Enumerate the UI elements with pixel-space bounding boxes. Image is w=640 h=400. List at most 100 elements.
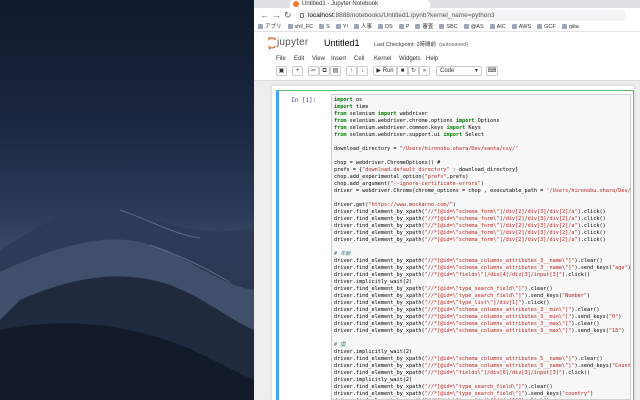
code-line: from selenium.webdriver.support.ui impor… [334, 132, 484, 138]
keyboard-icon[interactable]: ⌨ [486, 66, 498, 76]
address-bar[interactable]: localhost:8888/notebooks/Untitled1.ipynb… [296, 10, 626, 21]
bookmark-item[interactable]: GCF [537, 22, 556, 31]
bookmark-icon [354, 24, 360, 29]
code-line: driver.find_element_by_xpath("//*[@id=\"… [334, 391, 594, 397]
autosave-status: (autosaved) [439, 42, 469, 48]
info-icon [300, 13, 304, 18]
bookmark-label: AWS [518, 24, 532, 30]
cell-type-select[interactable]: Code ▾ [436, 66, 482, 76]
bookmark-item[interactable]: @AS [463, 22, 484, 31]
url-host: localhost [308, 12, 334, 19]
code-line: download_directory = "/Users/hironobu.oh… [334, 146, 519, 152]
code-line: driver.find_element_by_xpath("//*[@id=\"… [334, 216, 606, 222]
bookmark-item[interactable]: DS [378, 22, 393, 31]
cut-icon[interactable]: ✂ [308, 66, 319, 76]
browser-tab[interactable]: Untitled1 - Jupyter Notebook [290, 0, 430, 8]
bookmark-item[interactable]: SBC [439, 22, 458, 31]
fast-forward-icon[interactable]: » [419, 66, 430, 76]
menu-edit[interactable]: Edit [294, 54, 304, 65]
bookmark-icon [511, 24, 517, 29]
move-up-icon[interactable]: ↑ [346, 66, 357, 76]
menu-view[interactable]: View [312, 54, 325, 65]
code-line: chop = webdriver.ChromeOptions() # [334, 160, 441, 166]
bookmark-item[interactable]: Y! [335, 22, 348, 31]
reload-icon[interactable]: ↻ [284, 10, 292, 20]
bookmark-item[interactable]: AIC [489, 22, 506, 31]
code-content[interactable]: import os import time from selenium import… [332, 95, 631, 399]
cell-type-value: Code [440, 68, 455, 74]
save-icon[interactable]: ▣ [276, 66, 287, 76]
code-line: import time [334, 104, 369, 110]
code-cell[interactable]: In [1]: import os import time from seleniu… [276, 90, 634, 400]
code-line: prefs = {"download.default_directory" : … [334, 167, 519, 173]
bookmark-icon [319, 24, 325, 29]
desktop-wallpaper [0, 0, 254, 400]
stop-icon[interactable]: ■ [397, 66, 408, 76]
code-line: driver.find_element_by_xpath("//*[@id=\"… [334, 230, 606, 236]
code-line: from selenium import webdriver [334, 111, 428, 117]
code-line: driver.implicitly_wait(2) [334, 349, 413, 355]
notebook-toolbar: ▣ + ✂ ⧉ ▤ ↑ ↓ ▶ Run ■ ↻ » Code ▾ ⌨ [272, 66, 630, 78]
code-line: driver.find_element_by_xpath("//*[@id=\"… [334, 321, 600, 327]
code-line: driver.find_element_by_xpath("//*[@id=\"… [334, 307, 600, 313]
code-line: driver.find_element_by_xpath("//*[@id=\"… [334, 314, 622, 320]
code-line: driver.find_element_by_xpath("//*[@id=\"… [334, 209, 606, 215]
menu-cell[interactable]: Cell [354, 54, 364, 65]
code-line: driver.find_element_by_xpath("//*[@id=\"… [334, 356, 603, 362]
bookmark-icon [287, 24, 293, 29]
menu-kernel[interactable]: Kernel [374, 54, 391, 65]
jupyter-wordmark[interactable]: jupyter [277, 37, 308, 48]
menu-insert[interactable]: Insert [331, 54, 346, 65]
bookmark-icon [489, 24, 495, 29]
code-editor[interactable]: import os import time from selenium import… [331, 94, 631, 400]
bookmark-icon [398, 24, 404, 29]
code-line: driver.find_element_by_xpath("//*[@id=\"… [334, 370, 591, 376]
add-cell-icon[interactable]: + [292, 66, 303, 76]
code-line: driver.find_element_by_xpath("//*[@id=\"… [334, 237, 606, 243]
forward-icon[interactable]: → [272, 10, 281, 20]
back-icon[interactable]: ← [260, 10, 269, 20]
menu-widgets[interactable]: Widgets [399, 54, 421, 65]
bookmark-icon [415, 24, 421, 29]
bookmark-label: shil_FC [294, 24, 314, 30]
code-line: driver.find_element_by_xpath("//*[@id=\"… [334, 272, 591, 278]
bookmark-icon [537, 24, 543, 29]
input-prompt: In [1]: [291, 97, 317, 104]
paste-icon[interactable]: ▤ [330, 66, 341, 76]
menu-help[interactable]: Help [426, 54, 438, 65]
tab-bar: Untitled1 - Jupyter Notebook [254, 0, 640, 8]
code-line: # 年齢 [334, 251, 351, 257]
tab-title: Untitled1 - Jupyter Notebook [302, 1, 379, 7]
bookmark-item[interactable]: 人事 [354, 22, 372, 31]
bookmarks-bar: アプリ shil_FC S Y! 人事 DS P 審査 SBC @AS AIC AWS GCF qiita [254, 22, 640, 32]
jupyter-logo-icon[interactable] [268, 36, 276, 50]
bookmark-icon [258, 24, 263, 29]
bookmark-item[interactable]: P [398, 22, 409, 31]
bookmark-item[interactable]: shil_FC [287, 22, 314, 31]
bookmark-item[interactable]: S [319, 22, 330, 31]
bookmark-label: @AS [470, 24, 484, 30]
menu-file[interactable]: File [276, 54, 286, 65]
bookmark-label: AIC [496, 24, 506, 30]
code-line: driver = webdriver.Chrome(chrome_options… [334, 188, 631, 194]
browser-toolbar: ← → ↻ localhost:8888/notebooks/Untitled1… [254, 8, 640, 22]
copy-icon[interactable]: ⧉ [319, 66, 330, 76]
bookmark-label: S [326, 24, 330, 30]
run-icon: ▶ [376, 68, 381, 74]
run-button[interactable]: ▶ Run [373, 66, 397, 76]
bookmark-label: SBC [446, 24, 458, 30]
bookmark-label: qiita [568, 24, 579, 30]
code-line: driver.find_element_by_xpath("//*[@id=\"… [334, 384, 553, 390]
bookmark-item[interactable]: AWS [511, 22, 532, 31]
code-line: driver.find_element_by_xpath("//*[@id=\"… [334, 363, 631, 369]
bookmark-item[interactable]: アプリ [258, 22, 282, 31]
chevron-down-icon: ▾ [474, 68, 478, 74]
restart-icon[interactable]: ↻ [408, 66, 419, 76]
notebook-title[interactable]: Untitled1 [324, 38, 360, 48]
move-down-icon[interactable]: ↓ [357, 66, 368, 76]
bookmark-item[interactable]: qiita [561, 22, 579, 31]
bookmark-item[interactable]: 審査 [415, 22, 433, 31]
